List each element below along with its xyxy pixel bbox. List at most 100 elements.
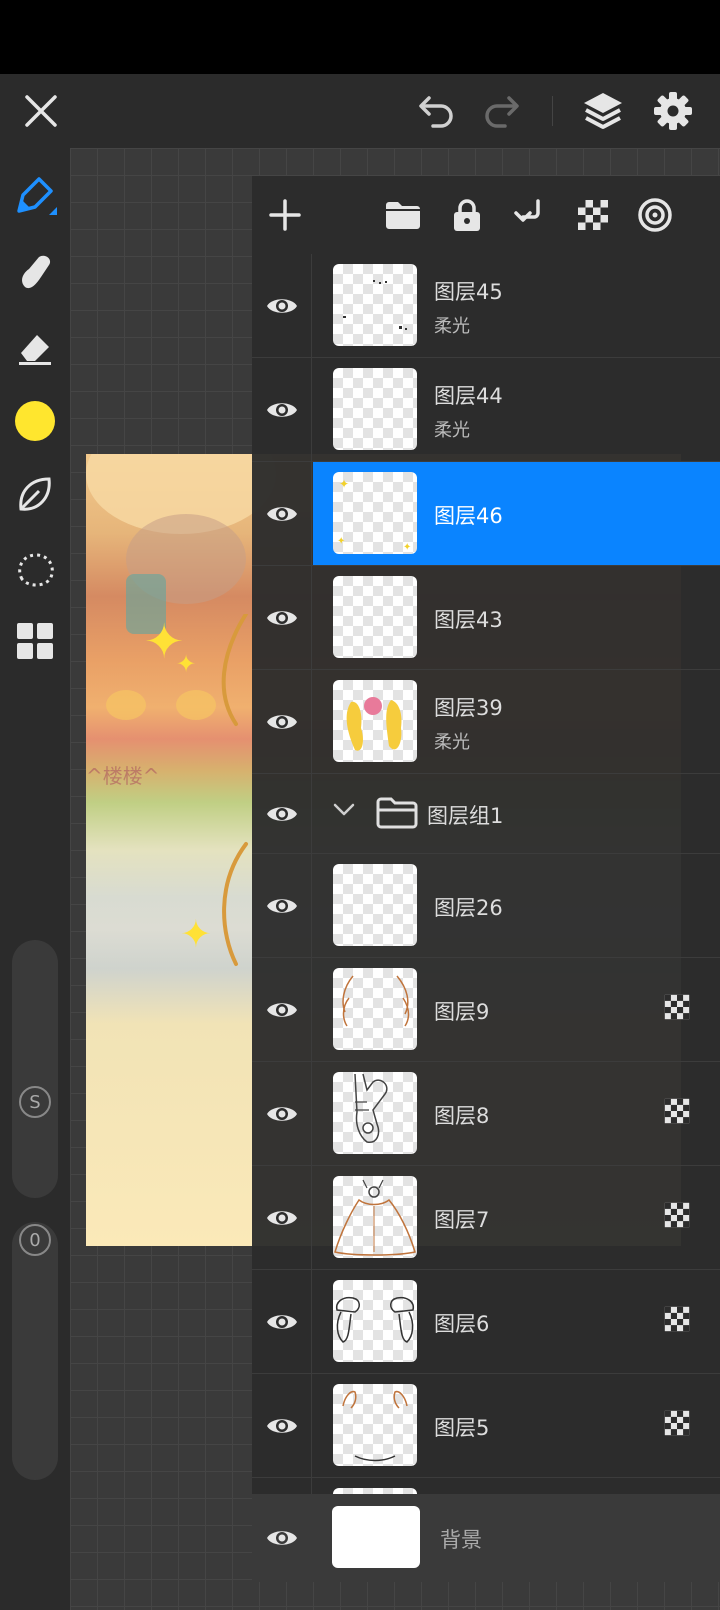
layer-body[interactable]: 图层44 柔光 — [313, 358, 720, 461]
layer-blend-mode: 柔光 — [434, 732, 470, 753]
layer-row[interactable]: 图层7 — [252, 1166, 720, 1270]
layer-blend-mode: 柔光 — [434, 316, 470, 337]
clip-mask-icon[interactable] — [630, 190, 680, 240]
layer-row[interactable]: 图层43 — [252, 566, 720, 670]
layers-panel: 图层45 柔光 图层44 柔光 ✦ ✦ ✦ 图层46 图层43 图层39 柔光 … — [252, 176, 720, 1582]
grid-icon[interactable] — [10, 616, 60, 666]
layer-row[interactable] — [252, 1478, 720, 1494]
background-layer-name: 背景 — [440, 1528, 482, 1552]
layer-blend-mode: 柔光 — [434, 420, 470, 441]
eye-icon[interactable] — [252, 774, 312, 853]
layer-name: 图层44 — [434, 384, 503, 408]
eye-icon[interactable] — [252, 462, 312, 565]
layer-body[interactable]: 图层6 — [313, 1270, 720, 1373]
undo-icon[interactable] — [412, 86, 462, 136]
eraser-icon[interactable] — [10, 322, 60, 372]
layer-thumbnail — [333, 1280, 417, 1362]
layer-row[interactable]: 图层45 柔光 — [252, 254, 720, 358]
layer-thumbnail — [333, 368, 417, 450]
alpha-lock-icon — [664, 1410, 690, 1436]
folder-icon — [375, 796, 419, 834]
svg-text:✦: ✦ — [403, 542, 411, 553]
layer-body[interactable]: 图层39 柔光 — [313, 670, 720, 773]
layer-row-selected[interactable]: ✦ ✦ ✦ 图层46 — [252, 462, 720, 566]
layer-body[interactable]: 图层5 — [313, 1374, 720, 1477]
layer-name: 图层8 — [434, 1104, 490, 1128]
layers-panel-toolbar — [252, 176, 720, 254]
layer-row[interactable]: 图层44 柔光 — [252, 358, 720, 462]
top-toolbar — [0, 74, 720, 148]
folder-icon[interactable] — [378, 190, 428, 240]
leaf-icon[interactable] — [10, 470, 60, 520]
layer-row[interactable]: 图层39 柔光 — [252, 670, 720, 774]
layer-row[interactable]: 图层26 — [252, 854, 720, 958]
layer-list[interactable]: 图层45 柔光 图层44 柔光 ✦ ✦ ✦ 图层46 图层43 图层39 柔光 … — [252, 254, 720, 1494]
svg-text:✦: ✦ — [337, 536, 345, 547]
smudge-icon[interactable] — [10, 246, 60, 296]
eye-icon[interactable] — [252, 254, 312, 357]
layer-body[interactable]: 图层45 柔光 — [313, 254, 720, 357]
layer-row[interactable]: 图层5 — [252, 1374, 720, 1478]
left-toolbar: S 0 — [0, 148, 70, 1610]
layer-thumbnail — [333, 864, 417, 946]
layers-icon[interactable] — [578, 86, 628, 136]
layer-body[interactable]: 图层7 — [313, 1166, 720, 1269]
layer-body[interactable]: ✦ ✦ ✦ 图层46 — [313, 462, 720, 565]
layer-group-row[interactable]: 图层组1 — [252, 774, 720, 854]
chevron-down-icon[interactable] — [333, 802, 355, 821]
layer-row[interactable]: 图层9 — [252, 958, 720, 1062]
layer-thumbnail — [333, 264, 417, 346]
layer-name: 图层43 — [434, 608, 503, 632]
layer-body[interactable]: 图层43 — [313, 566, 720, 669]
layer-body[interactable]: 图层9 — [313, 958, 720, 1061]
pen-icon[interactable] — [10, 170, 60, 220]
color-swatch[interactable] — [10, 396, 60, 446]
background-color-swatch[interactable] — [332, 1506, 420, 1568]
layer-name: 图层46 — [434, 504, 503, 528]
layer-name: 图层5 — [434, 1416, 490, 1440]
layer-thumbnail — [333, 968, 417, 1050]
layer-name: 图层6 — [434, 1312, 490, 1336]
alpha-lock-icon — [664, 994, 690, 1020]
background-layer-row[interactable]: 背景 — [252, 1494, 720, 1582]
settings-icon[interactable] — [648, 86, 698, 136]
layer-thumbnail — [333, 1384, 417, 1466]
lock-icon[interactable] — [442, 190, 492, 240]
alpha-lock-icon — [664, 1306, 690, 1332]
layer-thumbnail — [333, 576, 417, 658]
sparkle-icon: ✦ — [180, 912, 212, 956]
brush-size-slider[interactable]: S — [12, 940, 58, 1198]
svg-text:✦: ✦ — [339, 477, 349, 491]
layer-body[interactable]: 图层组1 — [313, 774, 720, 853]
eye-icon[interactable] — [252, 670, 312, 773]
eye-icon[interactable] — [252, 358, 312, 461]
layer-thumbnail — [333, 680, 417, 762]
eye-icon[interactable] — [252, 1062, 312, 1165]
toolbar-divider — [552, 96, 553, 126]
alpha-lock-icon[interactable] — [568, 190, 618, 240]
eye-column — [252, 1478, 312, 1494]
layer-body[interactable]: 图层8 — [313, 1062, 720, 1165]
art-lantern — [106, 690, 146, 720]
brush-opacity-slider[interactable]: 0 — [12, 1222, 58, 1480]
eye-icon[interactable] — [252, 1374, 312, 1477]
merge-down-icon[interactable] — [504, 190, 554, 240]
close-icon[interactable] — [16, 86, 66, 136]
opacity-badge: 0 — [19, 1224, 51, 1256]
layer-body[interactable] — [313, 1478, 720, 1494]
layer-name: 图层26 — [434, 896, 503, 920]
layer-thumbnail — [333, 1176, 417, 1258]
eye-icon[interactable] — [252, 854, 312, 957]
artwork-caption: ^楼楼^ — [86, 764, 160, 788]
eye-icon[interactable] — [252, 1270, 312, 1373]
layer-row[interactable]: 图层6 — [252, 1270, 720, 1374]
layer-row[interactable]: 图层8 — [252, 1062, 720, 1166]
eye-icon[interactable] — [266, 1527, 298, 1553]
add-layer-icon[interactable] — [260, 190, 310, 240]
eye-icon[interactable] — [252, 566, 312, 669]
eye-icon[interactable] — [252, 1166, 312, 1269]
redo-icon[interactable] — [476, 86, 526, 136]
lasso-icon[interactable] — [10, 544, 60, 594]
eye-icon[interactable] — [252, 958, 312, 1061]
layer-body[interactable]: 图层26 — [313, 854, 720, 957]
